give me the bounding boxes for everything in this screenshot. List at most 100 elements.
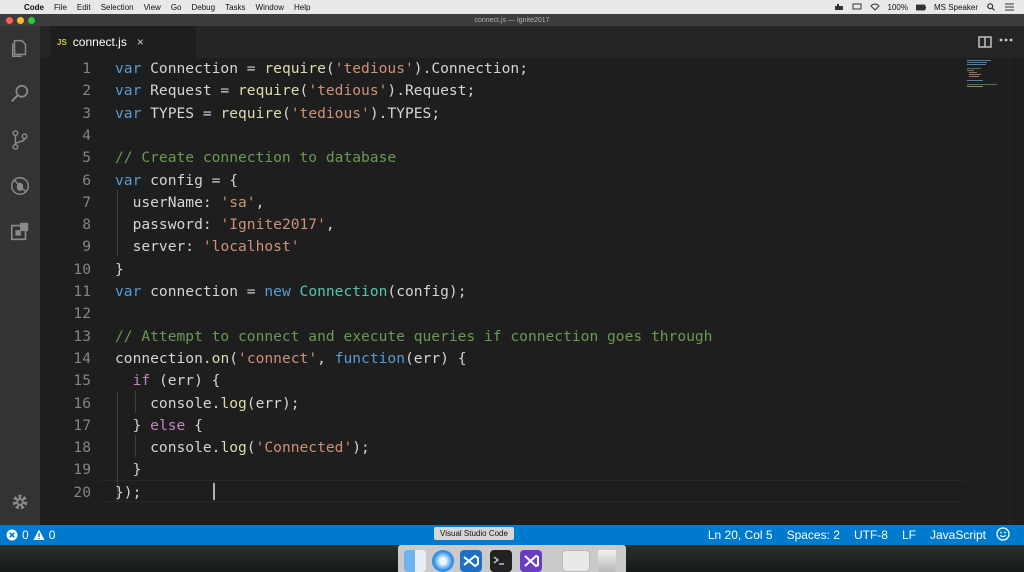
document-icon[interactable] xyxy=(562,550,590,572)
code-line[interactable]: 9 server: 'localhost' xyxy=(40,236,965,258)
code-line[interactable]: 11 var connection = new Connection(config… xyxy=(40,281,965,303)
menu-view[interactable]: View xyxy=(144,3,161,12)
code-line[interactable]: 16 console.log(err); xyxy=(40,393,965,415)
code-token: userName: xyxy=(115,193,221,211)
code-token: } xyxy=(115,260,124,278)
code-line[interactable]: 14 connection.on('connect', function(err)… xyxy=(40,348,965,370)
code-line[interactable]: 1 var Connection = require('tedious').Con… xyxy=(40,58,965,80)
battery-percent[interactable]: 100% xyxy=(888,3,908,12)
text-cursor xyxy=(213,483,215,500)
code-text: // Create connection to database xyxy=(115,147,396,169)
cursor-position[interactable]: Ln 20, Col 5 xyxy=(708,528,773,542)
end-of-line-sequence[interactable]: LF xyxy=(902,528,916,542)
code-token: else xyxy=(150,416,186,434)
safari-icon[interactable] xyxy=(432,550,454,572)
line-number: 9 xyxy=(82,238,91,256)
code-line[interactable]: 3 var TYPES = require('tedious').TYPES; xyxy=(40,103,965,125)
code-line[interactable]: 10} xyxy=(40,259,965,281)
code-line[interactable]: 12 xyxy=(40,303,965,325)
code-line[interactable]: 18 console.log('Connected'); xyxy=(40,437,965,459)
line-number: 16 xyxy=(73,394,91,412)
code-token: ( xyxy=(299,82,309,100)
code-line[interactable]: 7 userName: 'sa', xyxy=(40,192,965,214)
menu-selection[interactable]: Selection xyxy=(101,3,134,12)
tab-connect-js[interactable]: JS connect.js × xyxy=(50,26,196,58)
code-line[interactable]: 8 password: 'Ignite2017', xyxy=(40,214,965,236)
code-line[interactable]: 2 var Request = require('tedious').Reques… xyxy=(40,80,965,102)
problems-indicator[interactable]: 0 0 xyxy=(6,528,55,542)
code-token: log xyxy=(220,439,247,457)
menu-window[interactable]: Window xyxy=(256,3,284,12)
settings-gear-icon[interactable] xyxy=(8,490,32,514)
notification-center-icon[interactable] xyxy=(1004,3,1014,11)
menubar-user-name[interactable]: MS Speaker xyxy=(934,3,978,12)
activity-bar xyxy=(0,26,40,525)
line-number: 3 xyxy=(82,104,91,122)
code-editor[interactable]: 1 var Connection = require('tedious').Con… xyxy=(40,58,1024,525)
menu-help[interactable]: Help xyxy=(294,3,310,12)
vscode-dock-icon[interactable] xyxy=(460,550,482,572)
code-token: // Create connection to database xyxy=(115,149,397,167)
line-number: 13 xyxy=(73,327,91,345)
trash-icon[interactable] xyxy=(598,550,616,572)
line-number: 17 xyxy=(73,416,91,434)
terminal-icon[interactable] xyxy=(490,550,512,572)
code-line[interactable]: 17 } else { xyxy=(40,415,965,437)
error-icon xyxy=(6,529,18,541)
finder-icon[interactable] xyxy=(404,550,426,572)
language-mode[interactable]: JavaScript xyxy=(930,528,986,542)
menu-tasks[interactable]: Tasks xyxy=(225,3,245,12)
search-icon[interactable] xyxy=(8,82,32,106)
docker-status-icon[interactable] xyxy=(834,3,844,11)
vertical-scrollbar[interactable] xyxy=(1009,58,1024,525)
code-text: var Connection = require('tedious').Conn… xyxy=(115,58,528,80)
code-token: ).Connection; xyxy=(413,60,528,77)
visual-studio-icon[interactable] xyxy=(520,550,542,572)
menu-app-name[interactable]: Code xyxy=(24,3,44,12)
window-title: connect.js — Ignite2017 xyxy=(474,16,550,24)
code-token: } xyxy=(115,461,142,479)
code-text: var config = { xyxy=(115,170,238,192)
extensions-icon[interactable] xyxy=(8,220,32,244)
code-line[interactable]: 5 // Create connection to database xyxy=(40,147,965,169)
line-number: 1 xyxy=(82,60,91,77)
code-line[interactable]: 15 if (err) { xyxy=(40,370,965,392)
warning-count: 0 xyxy=(48,528,56,542)
more-actions-icon[interactable] xyxy=(998,32,1014,49)
debug-icon[interactable] xyxy=(8,174,32,198)
warning-icon xyxy=(33,529,45,541)
code-line[interactable]: 4 xyxy=(40,125,965,147)
minimap[interactable] xyxy=(965,58,1009,525)
code-token: 'connect' xyxy=(238,349,318,367)
code-token: connection = xyxy=(141,283,265,300)
menu-edit[interactable]: Edit xyxy=(77,3,91,12)
indentation-setting[interactable]: Spaces: 2 xyxy=(787,528,840,542)
code-text: var connection = new Connection(config); xyxy=(115,281,466,303)
feedback-smiley-icon[interactable] xyxy=(996,527,1010,544)
split-editor-icon[interactable] xyxy=(978,35,992,49)
menu-file[interactable]: File xyxy=(54,3,67,12)
code-token: var xyxy=(115,283,142,300)
menu-go[interactable]: Go xyxy=(171,3,182,12)
explorer-icon[interactable] xyxy=(8,36,32,60)
macos-dock xyxy=(398,545,626,572)
code-line[interactable]: 6 var config = { xyxy=(40,170,965,192)
code-line[interactable]: 13 // Attempt to connect and execute quer… xyxy=(40,326,965,348)
code-token: console. xyxy=(115,439,221,457)
menu-debug[interactable]: Debug xyxy=(191,3,215,12)
code-line[interactable]: 20}); xyxy=(40,482,965,504)
spotlight-search-icon[interactable] xyxy=(986,3,996,11)
source-control-icon[interactable] xyxy=(8,128,32,152)
code-token: (config); xyxy=(387,283,467,300)
line-number: 6 xyxy=(82,171,91,189)
code-text: console.log(err); xyxy=(115,393,299,415)
airplay-icon[interactable] xyxy=(852,3,862,11)
code-token: var xyxy=(115,104,142,122)
code-token: 'Connected' xyxy=(255,439,353,457)
code-token: ( xyxy=(325,60,335,77)
code-token: 'tedious' xyxy=(290,104,370,122)
wifi-icon[interactable] xyxy=(869,3,880,11)
code-line[interactable]: 19 } xyxy=(40,459,965,481)
tab-close-icon[interactable]: × xyxy=(137,35,144,49)
file-encoding[interactable]: UTF-8 xyxy=(854,528,888,542)
